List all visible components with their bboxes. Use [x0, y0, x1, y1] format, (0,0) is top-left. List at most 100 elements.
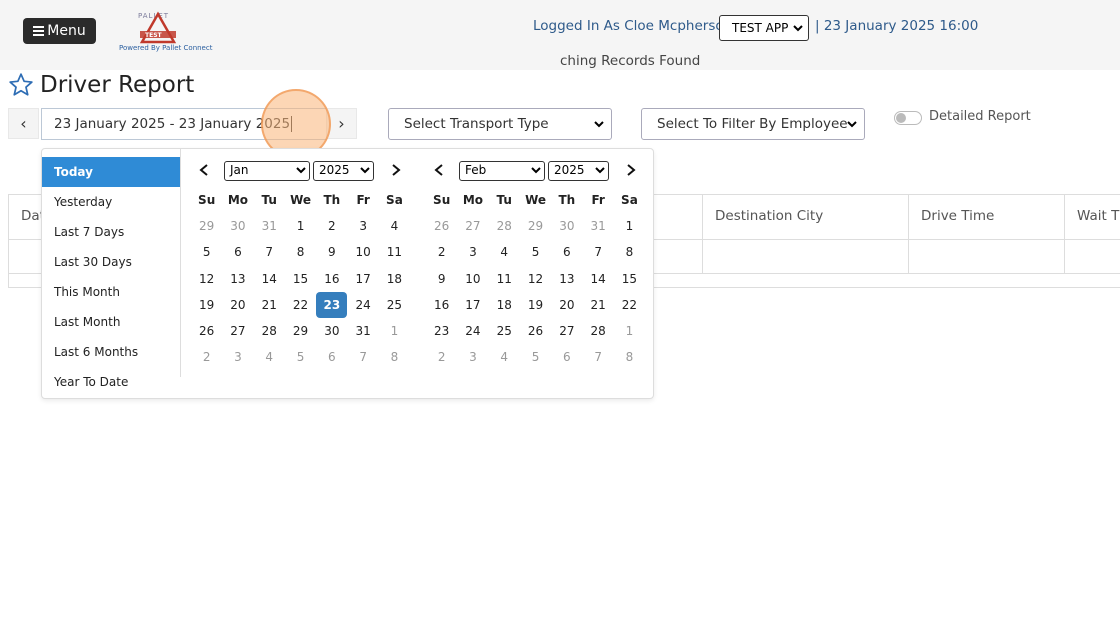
day-cell[interactable]: 28: [582, 318, 613, 344]
day-cell[interactable]: 30: [551, 213, 582, 239]
day-cell[interactable]: 8: [614, 239, 645, 265]
day-cell[interactable]: 6: [551, 344, 582, 370]
day-cell[interactable]: 13: [551, 266, 582, 292]
day-cell[interactable]: 27: [222, 318, 253, 344]
range-option[interactable]: Today: [42, 157, 180, 187]
range-option[interactable]: Year To Date: [42, 367, 180, 397]
range-option[interactable]: Last 7 Days: [42, 217, 180, 247]
day-cell[interactable]: 3: [457, 239, 488, 265]
day-cell[interactable]: 14: [582, 266, 613, 292]
day-cell[interactable]: 2: [316, 213, 347, 239]
day-cell[interactable]: 7: [582, 239, 613, 265]
day-cell[interactable]: 1: [614, 318, 645, 344]
day-cell[interactable]: 1: [285, 213, 316, 239]
day-cell[interactable]: 4: [379, 213, 410, 239]
day-cell[interactable]: 23: [426, 318, 457, 344]
next-month-icon[interactable]: [391, 164, 401, 176]
day-cell[interactable]: 30: [222, 213, 253, 239]
right-year-select[interactable]: 2025: [548, 161, 609, 181]
day-cell[interactable]: 15: [285, 266, 316, 292]
day-cell[interactable]: 8: [379, 344, 410, 370]
day-cell[interactable]: 6: [551, 239, 582, 265]
day-cell[interactable]: 25: [379, 292, 410, 318]
day-cell[interactable]: 18: [489, 292, 520, 318]
day-cell[interactable]: 4: [489, 239, 520, 265]
prev-month-icon[interactable]: [199, 164, 209, 176]
right-month-select[interactable]: Feb: [459, 161, 545, 181]
menu-button[interactable]: Menu: [23, 18, 96, 44]
day-cell[interactable]: 27: [551, 318, 582, 344]
app-select[interactable]: TEST APP: [719, 15, 809, 41]
day-cell[interactable]: 3: [457, 344, 488, 370]
day-cell[interactable]: 19: [191, 292, 222, 318]
day-cell[interactable]: 11: [489, 266, 520, 292]
day-cell[interactable]: 15: [614, 266, 645, 292]
day-cell[interactable]: 26: [191, 318, 222, 344]
day-cell[interactable]: 31: [254, 213, 285, 239]
day-cell[interactable]: 27: [457, 213, 488, 239]
day-cell[interactable]: 9: [316, 239, 347, 265]
day-cell[interactable]: 19: [520, 292, 551, 318]
day-cell[interactable]: 25: [489, 318, 520, 344]
range-option[interactable]: Yesterday: [42, 187, 180, 217]
day-cell[interactable]: 5: [191, 239, 222, 265]
detailed-report-toggle[interactable]: [894, 111, 922, 125]
day-cell[interactable]: 28: [254, 318, 285, 344]
day-cell[interactable]: 16: [426, 292, 457, 318]
day-cell[interactable]: 3: [347, 213, 378, 239]
day-cell[interactable]: 29: [285, 318, 316, 344]
day-cell[interactable]: 30: [316, 318, 347, 344]
left-year-select[interactable]: 2025: [313, 161, 374, 181]
range-option[interactable]: Last 30 Days: [42, 247, 180, 277]
prev-date-button[interactable]: ‹: [8, 108, 39, 139]
day-cell[interactable]: 1: [614, 213, 645, 239]
day-cell[interactable]: 2: [426, 344, 457, 370]
day-cell[interactable]: 5: [520, 344, 551, 370]
day-cell[interactable]: 1: [379, 318, 410, 344]
day-cell[interactable]: 3: [222, 344, 253, 370]
day-cell[interactable]: 14: [254, 266, 285, 292]
day-cell[interactable]: 26: [520, 318, 551, 344]
prev-month-icon[interactable]: [434, 164, 444, 176]
day-cell[interactable]: 24: [457, 318, 488, 344]
day-cell[interactable]: 4: [489, 344, 520, 370]
day-cell[interactable]: 26: [426, 213, 457, 239]
day-cell[interactable]: 10: [347, 239, 378, 265]
day-cell[interactable]: 5: [520, 239, 551, 265]
column-header[interactable]: Wait Ti: [1064, 195, 1120, 240]
day-cell[interactable]: 12: [520, 266, 551, 292]
day-cell[interactable]: 21: [582, 292, 613, 318]
day-cell[interactable]: 20: [222, 292, 253, 318]
day-cell[interactable]: 29: [191, 213, 222, 239]
day-cell[interactable]: 28: [489, 213, 520, 239]
day-cell[interactable]: 13: [222, 266, 253, 292]
day-cell[interactable]: 29: [520, 213, 551, 239]
day-cell[interactable]: 8: [614, 344, 645, 370]
day-cell[interactable]: 16: [316, 266, 347, 292]
day-cell[interactable]: 8: [285, 239, 316, 265]
transport-type-select[interactable]: Select Transport Type: [388, 108, 612, 140]
column-header[interactable]: Drive Time: [908, 195, 1065, 240]
day-cell[interactable]: 7: [254, 239, 285, 265]
day-cell[interactable]: 2: [191, 344, 222, 370]
column-header[interactable]: Destination City: [702, 195, 909, 240]
day-cell[interactable]: 4: [254, 344, 285, 370]
employee-filter-select[interactable]: Select To Filter By Employee: [641, 108, 865, 140]
range-option[interactable]: Last 6 Months: [42, 337, 180, 367]
day-cell[interactable]: 18: [379, 266, 410, 292]
day-cell[interactable]: 17: [347, 266, 378, 292]
day-cell[interactable]: 20: [551, 292, 582, 318]
range-option[interactable]: Last Month: [42, 307, 180, 337]
day-cell[interactable]: 12: [191, 266, 222, 292]
next-month-icon[interactable]: [626, 164, 636, 176]
day-cell[interactable]: 24: [347, 292, 378, 318]
day-cell[interactable]: 22: [285, 292, 316, 318]
day-cell[interactable]: 6: [316, 344, 347, 370]
day-cell[interactable]: 5: [285, 344, 316, 370]
left-month-select[interactable]: Jan: [224, 161, 310, 181]
day-cell[interactable]: 9: [426, 266, 457, 292]
day-cell[interactable]: 7: [347, 344, 378, 370]
day-cell[interactable]: 11: [379, 239, 410, 265]
day-cell[interactable]: 31: [582, 213, 613, 239]
day-cell[interactable]: 7: [582, 344, 613, 370]
